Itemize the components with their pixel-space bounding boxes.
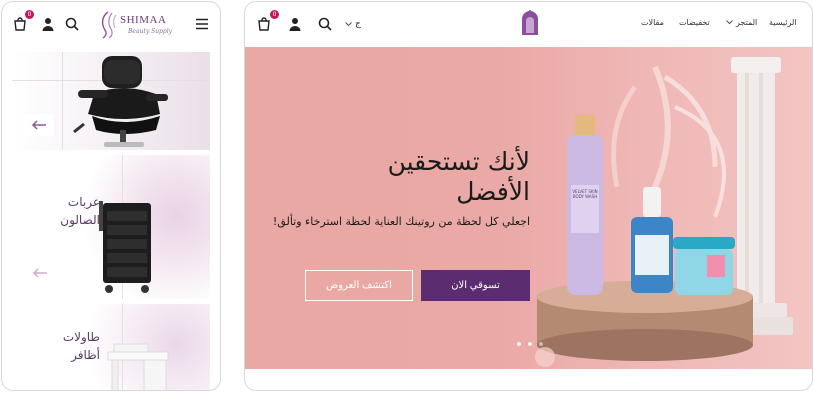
category-title: عربات الصالون: [60, 195, 100, 227]
shop-now-button[interactable]: تسوقي الان: [421, 270, 530, 301]
nav-label: الرئيسية: [769, 18, 797, 27]
user-icon: [289, 18, 301, 31]
mobile-header: 0 SHIMAA Beauty Supply: [2, 2, 220, 46]
cart-button[interactable]: 0: [12, 10, 34, 32]
chevron-down-icon: [345, 21, 352, 26]
brand-tagline: Beauty Supply: [128, 28, 173, 35]
search-button[interactable]: [318, 16, 332, 32]
currency-label: ج: [355, 19, 361, 29]
mobile-preview: 0 SHIMAA Beauty Supply عربات الصالون طاو…: [1, 1, 221, 391]
nav-shop[interactable]: المتجر: [726, 18, 757, 27]
brand-name: SHIMAA: [120, 14, 167, 26]
decor-line: [62, 52, 63, 150]
slide-dot[interactable]: [517, 342, 521, 346]
category-card-chairs[interactable]: [12, 52, 210, 150]
nav-home[interactable]: الرئيسية: [769, 18, 797, 27]
desktop-header: 0 ج مقالات تخفيضات المتجر الرئيسية: [245, 2, 812, 46]
account-button[interactable]: [40, 16, 56, 32]
hero-title: لأنك تستحقين الأفضل: [388, 147, 530, 207]
product-label: VELVET SKIN BODY WASH: [571, 189, 599, 199]
user-icon: [42, 18, 54, 31]
arrow-left-icon: [32, 268, 47, 278]
brand-logo[interactable]: [519, 9, 541, 37]
hero-subtitle: اجعلي كل لحظة من روتينك العناية لحظة است…: [272, 215, 530, 228]
search-icon: [318, 17, 332, 31]
cart-count-badge: 0: [270, 10, 279, 19]
hero-banner: VELVET SKIN BODY WASH لأنك تستحقين الأفض…: [245, 47, 812, 369]
carousel-prev-button[interactable]: [32, 263, 48, 278]
logo-emblem-icon: [522, 10, 538, 35]
category-card-nail-tables[interactable]: طاولات أظافر: [12, 304, 210, 390]
carousel-prev-button[interactable]: [24, 114, 54, 136]
menu-button[interactable]: [194, 16, 210, 32]
search-icon: [65, 17, 79, 31]
chevron-down-icon: [726, 20, 733, 25]
cart-button[interactable]: 0: [257, 10, 279, 32]
page: 0 SHIMAA Beauty Supply عربات الصالون طاو…: [0, 0, 814, 393]
search-button[interactable]: [64, 16, 80, 32]
salon-chair-image: [73, 56, 168, 147]
brand-logo[interactable]: SHIMAA Beauty Supply: [98, 10, 178, 40]
cart-icon: [258, 17, 270, 31]
cart-count-badge: 0: [25, 10, 34, 19]
nav-label: مقالات: [641, 18, 664, 27]
hero-background-art: [535, 57, 793, 367]
nav-label: المتجر: [736, 18, 758, 27]
account-button[interactable]: [289, 16, 303, 32]
category-title: طاولات أظافر: [62, 330, 100, 362]
category-card-salon-carts[interactable]: عربات الصالون: [12, 155, 210, 299]
currency-selector[interactable]: ج: [345, 16, 367, 32]
slide-dot[interactable]: [539, 342, 543, 346]
slide-dot[interactable]: [528, 342, 532, 346]
hero-title-line: لأنك تستحقين: [387, 147, 530, 176]
nav-articles[interactable]: مقالات: [641, 18, 664, 27]
nail-table-image: [107, 343, 169, 390]
nav-sales[interactable]: تخفيضات: [679, 18, 710, 27]
nav-label: تخفيضات: [679, 18, 710, 27]
hamburger-icon: [196, 18, 208, 30]
hero-title-line: الأفضل: [456, 177, 530, 206]
salon-cart-image: [99, 201, 151, 293]
desktop-preview: 0 ج مقالات تخفيضات المتجر الرئيسية VELVE…: [244, 1, 813, 391]
cart-icon: [14, 17, 26, 31]
arrow-left-icon: [31, 120, 46, 130]
discover-offers-button[interactable]: اكتشف العروض: [305, 270, 413, 301]
product-label-line: BODY WASH: [572, 194, 598, 199]
